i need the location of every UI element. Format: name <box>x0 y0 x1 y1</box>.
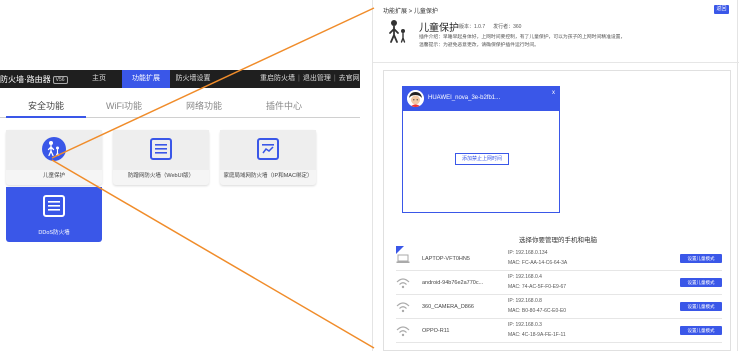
official-site-link[interactable]: 去官网 <box>339 75 360 82</box>
device-mac: MAC: 74-AC-5F-F0-E9-67 <box>508 284 567 290</box>
lan-firewall-icon <box>257 138 279 160</box>
stage: 防火墙·路由器 V56 主页 功能扩展 防火墙设置 重启防火墙 | 退出管理 | 去官网 … <box>0 0 750 351</box>
device-row: OPPO-R11 IP: 192.168.0.3 MAC: 4C-18-9A-F… <box>396 319 722 343</box>
device-row: android-94b76e2a770c... IP: 192.168.0.4 … <box>396 271 722 295</box>
device-row: 360_CAMERA_D866 IP: 192.168.0.8 MAC: B0-… <box>396 295 722 319</box>
sub-tabs: 安全功能 WiFi功能 网络功能 插件中心 <box>0 96 360 118</box>
avatar <box>407 90 424 107</box>
card-wifi-firewall[interactable]: 防蹭网防火墙（WebUI版） <box>113 130 209 185</box>
firewall-icon <box>150 138 172 160</box>
device-ip: IP: 192.168.0.134 <box>508 250 548 256</box>
card-icon-area <box>113 130 209 170</box>
logout-link[interactable]: 退出管理 <box>303 75 331 82</box>
app-author: 发行者：360 <box>493 24 522 30</box>
set-child-mode-button[interactable]: 设置儿童模式 <box>680 254 722 263</box>
set-child-mode-button[interactable]: 设置儿童模式 <box>680 278 722 287</box>
nav-extensions[interactable]: 功能扩展 <box>122 70 170 88</box>
app-version: 版本：1.0.7 <box>459 24 486 30</box>
brand-name: 防火墙·路由器 <box>0 75 51 84</box>
app-description: 插件介绍：早睡早起身体好，上网时间要控制，有了儿童保护，可以为孩子的上网时间精准… <box>419 34 625 49</box>
card-child-protection[interactable]: 儿童保护 <box>6 130 102 185</box>
tab-wifi[interactable]: WiFi功能 <box>106 99 142 112</box>
brand: 防火墙·路由器 V56 <box>0 74 68 85</box>
card-icon-area <box>220 130 316 170</box>
active-tab-indicator <box>6 116 86 118</box>
family-icon <box>42 137 66 161</box>
divider <box>373 62 739 63</box>
version-badge: V56 <box>52 76 68 84</box>
close-icon[interactable]: x <box>552 90 555 96</box>
device-row: LAPTOP-VFT0HN5 IP: 192.168.0.134 MAC: FC… <box>396 247 722 271</box>
device-name: android-94b76e2a770c... <box>422 280 484 286</box>
device-mac: MAC: FC-AA-14-C6-64-3A <box>508 260 568 266</box>
set-child-mode-button[interactable]: 设置儿童模式 <box>680 326 722 335</box>
device-ip: IP: 192.168.0.4 <box>508 274 542 280</box>
device-ip: IP: 192.168.0.8 <box>508 298 542 304</box>
device-mac: MAC: B0-80-47-6C-E0-E0 <box>508 308 567 314</box>
app-title: 儿童保护 <box>419 23 459 34</box>
wifi-icon <box>396 300 410 313</box>
add-block-time-button[interactable]: 添加禁止上网时间 <box>455 153 509 165</box>
top-actions: 重启防火墙 | 退出管理 | 去官网 <box>260 75 360 82</box>
desc-line: 插件介绍：早睡早起身体好，上网时间要控制，有了儿童保护，可以为孩子的上网时间精准… <box>419 35 626 40</box>
tab-plugins[interactable]: 插件中心 <box>266 99 302 112</box>
device-name: LAPTOP-VFT0HN5 <box>422 256 470 262</box>
device-mac: MAC: 4C-18-9A-FE-1F-11 <box>508 332 566 338</box>
set-child-mode-button[interactable]: 设置儿童模式 <box>680 302 722 311</box>
child-protection-app-icon <box>383 18 413 46</box>
tab-network[interactable]: 网络功能 <box>186 99 222 112</box>
device-name: OPPO-R11 <box>422 328 450 334</box>
device-name: 360_CAMERA_D866 <box>422 304 474 310</box>
tab-security[interactable]: 安全功能 <box>28 99 64 112</box>
nav-firewall-settings[interactable]: 防火墙设置 <box>170 70 216 88</box>
wifi-icon <box>396 324 410 337</box>
device-ip: IP: 192.168.0.3 <box>508 322 542 328</box>
device-management-box: HUAWEI_nova_3e-b2fb1... x 添加禁止上网时间 选择你要管… <box>383 70 731 351</box>
devices-title: 选择你要管理的手机和电脑 <box>519 237 597 244</box>
nav-home[interactable]: 主页 <box>76 70 122 88</box>
card-ddos-firewall[interactable]: DDoS防火墙 <box>6 187 102 242</box>
top-navbar: 防火墙·路由器 V56 主页 功能扩展 防火墙设置 重启防火墙 | 退出管理 | 去官网 <box>0 70 360 88</box>
router-admin-panel: 防火墙·路由器 V56 主页 功能扩展 防火墙设置 重启防火墙 | 退出管理 | 去官网 … <box>0 70 360 245</box>
ddos-icon <box>43 195 65 217</box>
laptop-icon <box>396 252 410 264</box>
desc-line: 温馨提示：为避免恶意更改，请确保保护插件运行时间。 <box>419 42 539 48</box>
card-lan-firewall[interactable]: 家庭局域网防火墙（IP和MAC绑定） <box>220 130 316 185</box>
card-label: 儿童保护 <box>42 173 65 179</box>
back-button[interactable]: 返回 <box>714 5 729 14</box>
card-icon-area <box>6 187 102 227</box>
popup-header: HUAWEI_nova_3e-b2fb1... x <box>403 87 559 111</box>
device-popup: HUAWEI_nova_3e-b2fb1... x 添加禁止上网时间 <box>402 86 560 213</box>
wifi-icon <box>396 276 410 289</box>
card-label: 家庭局域网防火墙（IP和MAC绑定） <box>223 173 313 179</box>
app-meta: 版本：1.0.7 发行者：360 <box>459 23 529 30</box>
popup-device-name: HUAWEI_nova_3e-b2fb1... <box>428 95 501 101</box>
breadcrumb[interactable]: 功能扩展 > 儿童保护 <box>383 6 438 15</box>
restart-firewall-link[interactable]: 重启防火墙 <box>260 75 295 82</box>
card-label: DDoS防火墙 <box>38 230 70 236</box>
child-protection-panel: 功能扩展 > 儿童保护 返回 儿童保护 版本：1.0.7 发行者：360 插件介绍… <box>372 0 739 351</box>
card-label: 防蹭网防火墙（WebUI版） <box>127 173 195 179</box>
card-icon-area <box>6 130 102 170</box>
